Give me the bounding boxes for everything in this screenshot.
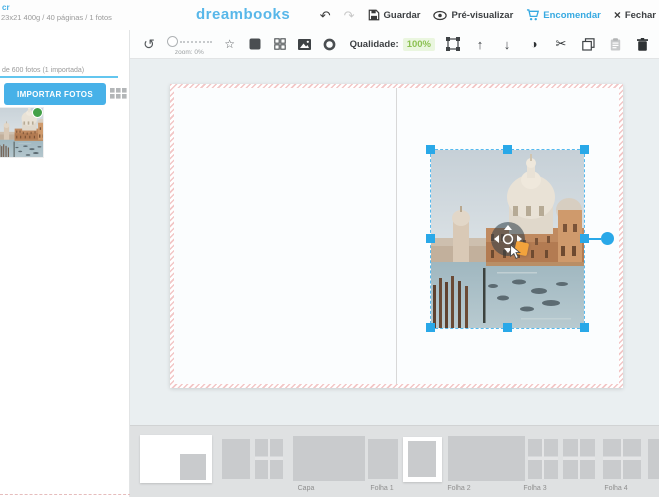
photos-count-info: de 600 fotos (1 importada) bbox=[2, 67, 84, 74]
zoom-slider-track[interactable] bbox=[180, 41, 212, 43]
thumb-page bbox=[368, 439, 398, 479]
resize-handle-sw[interactable] bbox=[426, 323, 435, 332]
thumb-page-grid bbox=[603, 439, 641, 479]
order-button[interactable]: Encomendar bbox=[526, 9, 601, 21]
editor-canvas[interactable] bbox=[130, 59, 659, 425]
resize-handle-w[interactable] bbox=[426, 234, 435, 243]
sidebar-separator bbox=[0, 494, 131, 495]
toolbar-right-group: ↑ ↓ ◑ ✂ bbox=[446, 37, 649, 51]
undo-icon[interactable]: ↶ bbox=[320, 9, 331, 22]
close-icon: × bbox=[614, 8, 621, 22]
cut-icon[interactable]: ✂ bbox=[554, 37, 568, 51]
thumb-page-white bbox=[403, 437, 442, 482]
zoom-slider[interactable]: zoom: 0% bbox=[167, 36, 212, 56]
thumb-page-grid bbox=[563, 439, 595, 479]
preview-label: Pré-visualizar bbox=[451, 10, 513, 21]
rotate-handle-knob[interactable] bbox=[601, 232, 614, 245]
mouse-cursor-icon bbox=[510, 245, 522, 264]
resize-handle-n[interactable] bbox=[503, 145, 512, 154]
zoom-caption: zoom: 0% bbox=[175, 49, 204, 56]
redo-icon[interactable]: ↷ bbox=[344, 9, 355, 22]
bring-forward-icon[interactable]: ↑ bbox=[473, 37, 487, 51]
thumb-page-grid bbox=[528, 439, 558, 479]
contrast-icon[interactable]: ◑ bbox=[527, 37, 541, 51]
quality-value-badge: 100% bbox=[403, 38, 435, 51]
thumb-page bbox=[222, 439, 250, 479]
zoom-slider-knob[interactable] bbox=[167, 36, 178, 47]
pages-strip[interactable]: Capa Folha 1 Folha 2 Folha 3 Folha 4 Fol… bbox=[130, 425, 659, 497]
selected-photo-frame[interactable] bbox=[431, 150, 584, 328]
resize-handle-nw[interactable] bbox=[426, 145, 435, 154]
thumb-page bbox=[648, 439, 659, 479]
resize-handle-e[interactable] bbox=[580, 234, 589, 243]
topbar-actions: ↶ ↷ Guardar Pré-visualizar bbox=[320, 0, 656, 30]
photos-sidebar: de 600 fotos (1 importada) IMPORTAR FOTO… bbox=[0, 30, 130, 497]
thumbnail-view-toggle-icon[interactable] bbox=[110, 88, 127, 108]
close-label: Fechar bbox=[625, 10, 656, 21]
save-floppy-icon bbox=[368, 9, 380, 21]
eye-icon bbox=[433, 10, 447, 21]
thumb-photo-placeholder bbox=[180, 454, 206, 480]
quality-label: Qualidade: bbox=[350, 39, 399, 50]
spread-thumb-folha4[interactable] bbox=[448, 436, 525, 481]
strip-label: Folha 3 bbox=[495, 485, 575, 492]
project-name[interactable]: cr bbox=[2, 3, 10, 12]
quality-indicator: Qualidade: 100% bbox=[350, 38, 435, 51]
spread-gutter-line bbox=[396, 88, 397, 384]
copy-icon[interactable] bbox=[581, 37, 595, 51]
resize-handle-ne[interactable] bbox=[580, 145, 589, 154]
top-bar: cr 23x21 400g / 40 páginas / 1 fotos dre… bbox=[0, 0, 659, 31]
close-button[interactable]: × Fechar bbox=[614, 8, 656, 22]
thumb-page-grid bbox=[255, 439, 283, 479]
photo-used-badge bbox=[32, 107, 43, 118]
strip-label: Folha 5 bbox=[651, 485, 659, 492]
delete-trash-icon[interactable] bbox=[635, 37, 649, 51]
import-photos-button[interactable]: IMPORTAR FOTOS bbox=[4, 83, 106, 105]
strip-label: Capa bbox=[266, 485, 346, 492]
dreambooks-logo: dreambooks bbox=[196, 6, 290, 23]
edit-toolbar: ↺ zoom: 0% ☆ bbox=[130, 30, 659, 59]
spread-thumb-capa[interactable] bbox=[140, 435, 212, 483]
strip-label: Folha 1 bbox=[342, 485, 422, 492]
paste-icon[interactable] bbox=[608, 37, 622, 51]
project-specs: 23x21 400g / 40 páginas / 1 fotos bbox=[1, 13, 112, 22]
settings-ring-icon[interactable] bbox=[323, 37, 337, 51]
strip-label: Folha 4 bbox=[576, 485, 656, 492]
photos-tab-underline bbox=[0, 76, 118, 78]
send-backward-icon[interactable]: ↓ bbox=[500, 37, 514, 51]
cart-icon bbox=[526, 9, 539, 21]
resize-handle-s[interactable] bbox=[503, 323, 512, 332]
layouts-grid-icon[interactable] bbox=[273, 37, 287, 51]
spread-thumb-folha2[interactable] bbox=[293, 436, 365, 481]
thumb-photo-placeholder bbox=[408, 441, 436, 477]
favorites-icon[interactable]: ☆ bbox=[223, 37, 237, 51]
preview-button[interactable]: Pré-visualizar bbox=[433, 10, 513, 21]
crop-frame-icon[interactable] bbox=[446, 37, 460, 51]
photo-fill-icon[interactable] bbox=[298, 37, 312, 51]
dreambooks-editor-window: cr 23x21 400g / 40 páginas / 1 fotos dre… bbox=[0, 0, 659, 497]
order-label: Encomendar bbox=[543, 10, 601, 21]
resize-handle-se[interactable] bbox=[580, 323, 589, 332]
backgrounds-icon[interactable] bbox=[248, 37, 262, 51]
reset-zoom-icon[interactable]: ↺ bbox=[142, 37, 156, 51]
save-button[interactable]: Guardar bbox=[368, 9, 421, 21]
save-label: Guardar bbox=[384, 10, 421, 21]
strip-label: Folha 2 bbox=[419, 485, 499, 492]
